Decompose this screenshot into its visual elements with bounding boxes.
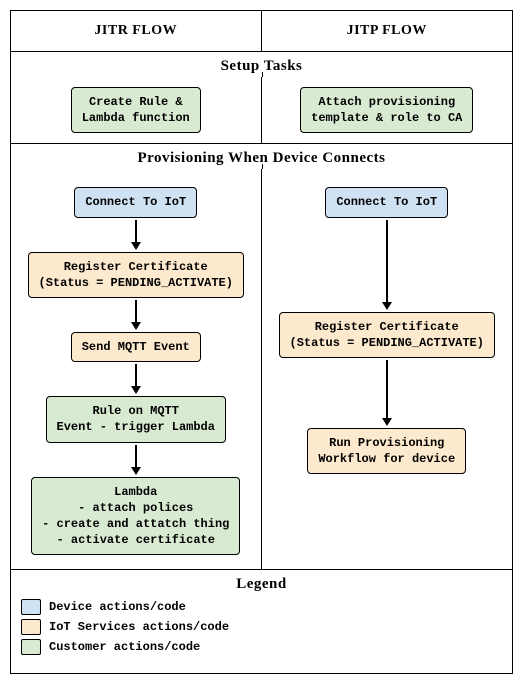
section-title-provisioning: Provisioning When Device Connects bbox=[11, 143, 512, 169]
setup-jitr-col: Create Rule &Lambda function bbox=[11, 77, 262, 143]
arrow-down-icon bbox=[131, 220, 141, 250]
legend-label-iot: IoT Services actions/code bbox=[49, 620, 229, 634]
jitr-connect-box: Connect To IoT bbox=[74, 187, 197, 217]
diagram-frame: JITR FLOW JITP FLOW Setup Tasks Create R… bbox=[10, 10, 513, 674]
jitp-register-box: Register Certificate(Status = PENDING_AC… bbox=[279, 312, 495, 358]
jitr-lambda-box: Lambda- attach polices- create and attat… bbox=[31, 477, 240, 556]
jitr-mqtt-box: Send MQTT Event bbox=[71, 332, 201, 362]
arrow-down-icon bbox=[131, 364, 141, 394]
legend-row-device: Device actions/code bbox=[21, 599, 502, 615]
header-row: JITR FLOW JITP FLOW bbox=[11, 11, 512, 51]
setup-jitp-box: Attach provisioningtemplate & role to CA bbox=[300, 87, 473, 133]
arrow-down-icon bbox=[131, 300, 141, 330]
setup-jitr-box: Create Rule &Lambda function bbox=[71, 87, 201, 133]
legend-label-device: Device actions/code bbox=[49, 600, 186, 614]
legend-swatch-device bbox=[21, 599, 41, 615]
jitp-connect-box: Connect To IoT bbox=[325, 187, 448, 217]
legend-label-customer: Customer actions/code bbox=[49, 640, 200, 654]
jitr-flow-col: Connect To IoT Register Certificate(Stat… bbox=[11, 169, 262, 569]
jitp-run-box: Run ProvisioningWorkflow for device bbox=[307, 428, 466, 474]
arrow-down-icon bbox=[382, 360, 392, 426]
jitp-flow-col: Connect To IoT Register Certificate(Stat… bbox=[262, 169, 513, 569]
jitr-rule-box: Rule on MQTTEvent - trigger Lambda bbox=[46, 396, 226, 442]
legend-row-iot: IoT Services actions/code bbox=[21, 619, 502, 635]
legend-title: Legend bbox=[21, 576, 502, 593]
header-jitp: JITP FLOW bbox=[262, 11, 513, 51]
setup-row: Create Rule &Lambda function Attach prov… bbox=[11, 77, 512, 143]
arrow-down-icon bbox=[131, 445, 141, 475]
provisioning-row: Connect To IoT Register Certificate(Stat… bbox=[11, 169, 512, 569]
legend-row-customer: Customer actions/code bbox=[21, 639, 502, 655]
setup-jitp-col: Attach provisioningtemplate & role to CA bbox=[262, 77, 513, 143]
legend-swatch-customer bbox=[21, 639, 41, 655]
legend-section: Legend Device actions/code IoT Services … bbox=[11, 569, 512, 673]
legend-swatch-iot bbox=[21, 619, 41, 635]
jitr-register-box: Register Certificate(Status = PENDING_AC… bbox=[28, 252, 244, 298]
header-jitr: JITR FLOW bbox=[11, 11, 262, 51]
section-title-setup: Setup Tasks bbox=[11, 51, 512, 77]
arrow-down-icon bbox=[382, 220, 392, 310]
